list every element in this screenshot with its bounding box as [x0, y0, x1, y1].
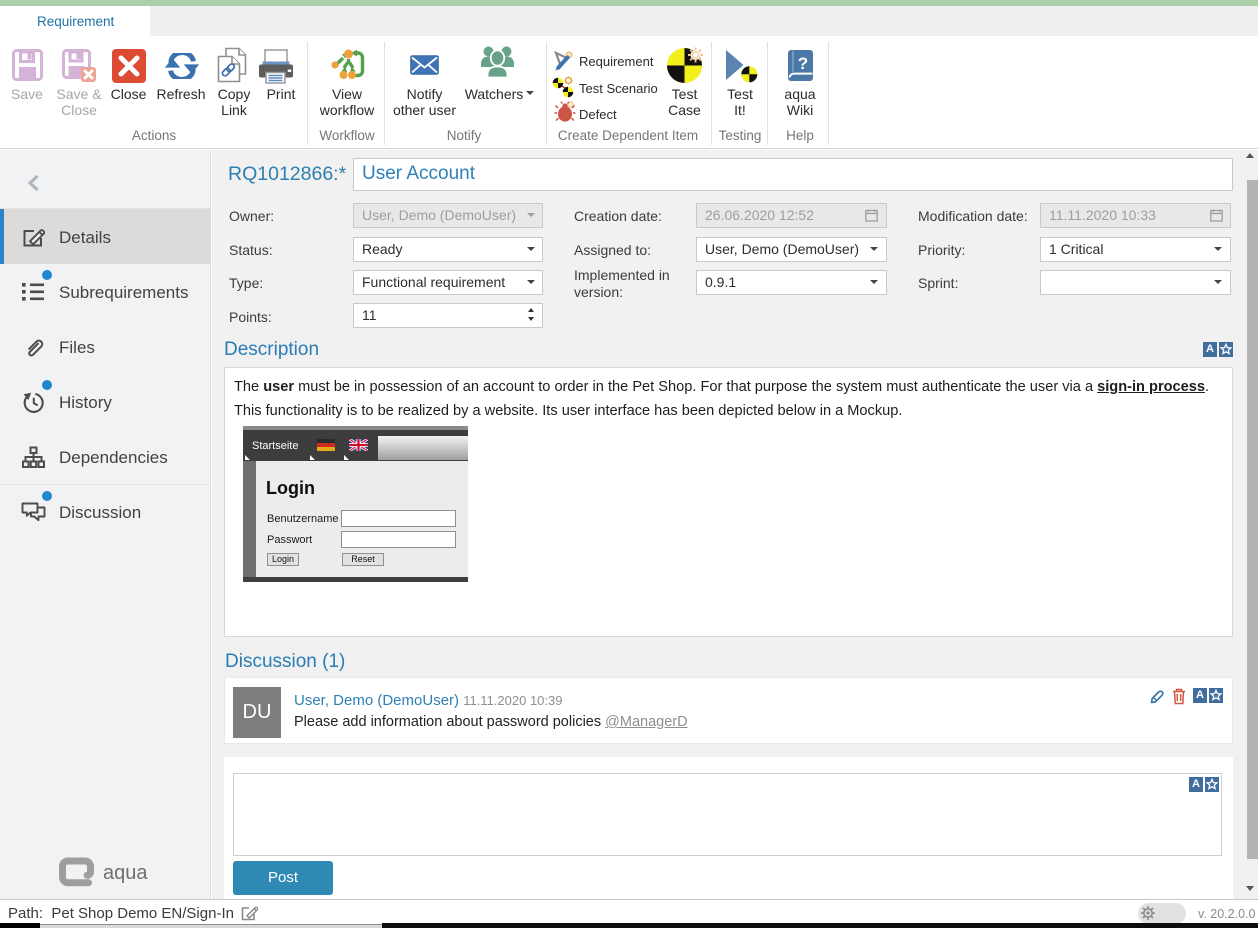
svg-text:?: ?	[798, 54, 808, 73]
